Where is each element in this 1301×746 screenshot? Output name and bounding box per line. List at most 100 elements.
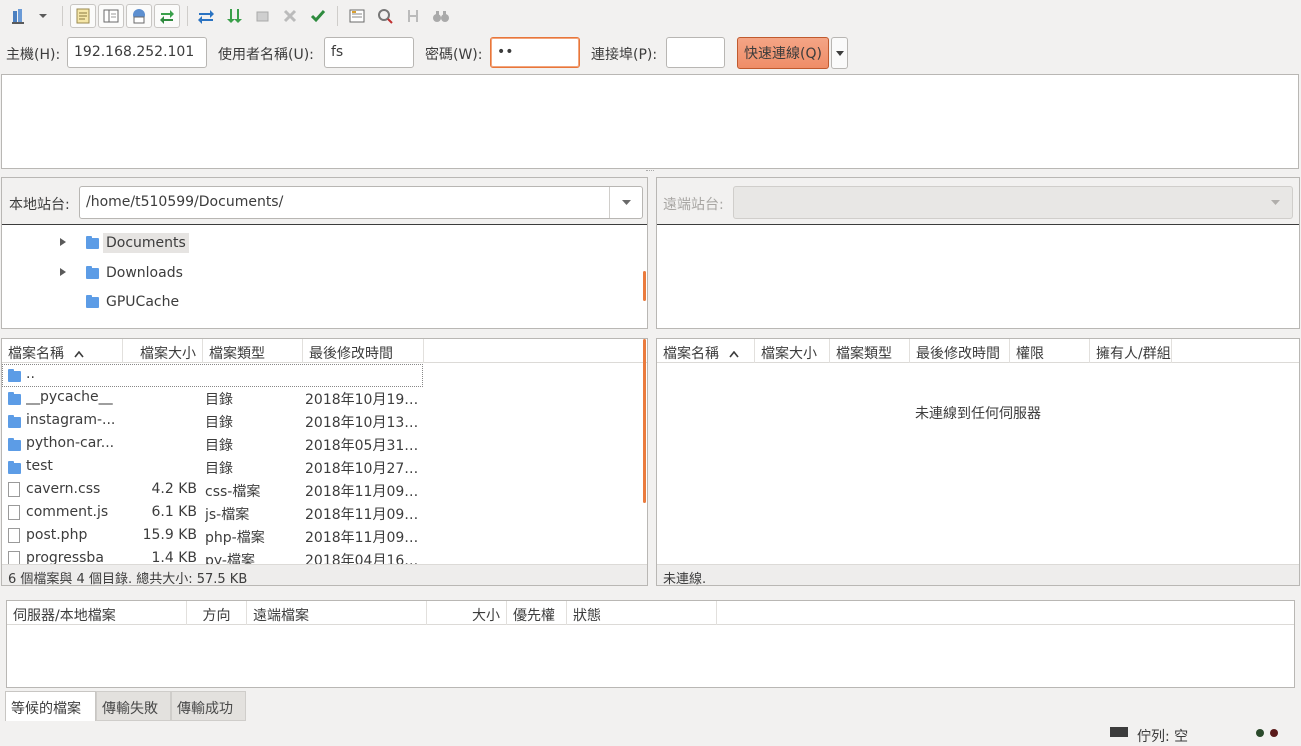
remote-tree-icon[interactable] (126, 4, 152, 28)
port-input[interactable] (666, 37, 725, 68)
search-icon[interactable] (428, 4, 454, 28)
col-filesize[interactable]: 檔案大小 (755, 339, 830, 363)
process-queue-icon[interactable] (221, 4, 247, 28)
col-permissions[interactable]: 權限 (1010, 339, 1090, 363)
cell-modified: 2018年10月13… (305, 415, 419, 431)
tab-failed-transfers[interactable]: 傳輸失敗 (96, 691, 171, 721)
cell-filesize: 6.1 KB (151, 504, 198, 520)
col-modified[interactable]: 最後修改時間 (303, 339, 424, 363)
splitter-handle[interactable] (646, 170, 654, 173)
chevron-down-icon[interactable] (1259, 187, 1292, 218)
col-filetype[interactable]: 檔案類型 (830, 339, 910, 363)
cell-filetype: 目錄 (205, 461, 233, 477)
table-row[interactable]: __pycache__ 目錄 2018年10月19… (2, 387, 642, 410)
expand-arrow-icon[interactable] (60, 268, 66, 276)
local-tree[interactable]: Documents Downloads GPUCache (2, 224, 647, 328)
cell-modified: 2018年10月19… (305, 392, 419, 408)
cell-filename: test (26, 458, 53, 474)
tree-scrollbar[interactable] (643, 271, 646, 301)
message-log[interactable] (1, 74, 1299, 169)
sort-asc-icon (74, 350, 85, 358)
tab-queued-files[interactable]: 等候的檔案 (5, 691, 96, 721)
tab-successful-transfers[interactable]: 傳輸成功 (171, 691, 246, 721)
table-row[interactable]: test 目錄 2018年10月27… (2, 456, 642, 479)
remote-path-combobox[interactable] (733, 186, 1293, 219)
col-filename[interactable]: 檔案名稱 (657, 339, 755, 363)
col-filesize[interactable]: 檔案大小 (123, 339, 203, 363)
transfer-queue[interactable]: 伺服器/本地檔案 方向 遠端檔案 大小 優先權 狀態 (6, 600, 1295, 688)
remote-site-panel: 遠端站台: (656, 177, 1300, 329)
site-manager-dropdown-icon[interactable] (30, 4, 56, 28)
disconnect-icon[interactable] (277, 4, 303, 28)
remote-status-bar: 未連線. (657, 564, 1299, 585)
compare-icon[interactable] (372, 4, 398, 28)
local-list-scrollbar[interactable] (643, 339, 646, 503)
tree-item-downloads[interactable]: Downloads (60, 263, 186, 283)
cell-modified: 2018年10月27… (305, 461, 419, 477)
local-site-label: 本地站台: (9, 197, 70, 213)
col-modified[interactable]: 最後修改時間 (910, 339, 1010, 363)
local-path-combobox[interactable]: /home/t510599/Documents/ (79, 186, 643, 219)
expand-arrow-icon[interactable] (60, 238, 66, 246)
chevron-down-icon[interactable] (609, 187, 642, 218)
table-row[interactable]: comment.js 6.1 KB js-檔案 2018年11月09… (2, 502, 642, 525)
remote-file-list[interactable]: 檔案名稱 檔案大小 檔案類型 最後修改時間 權限 擁有人/群組 未連線到任何伺服… (656, 338, 1300, 586)
quickconnect-dropdown-icon[interactable] (831, 37, 848, 69)
directory-tree-icon[interactable] (98, 4, 124, 28)
not-connected-message: 未連線到任何伺服器 (915, 406, 1041, 422)
transfer-queue-icon[interactable] (154, 4, 180, 28)
local-status-bar: 6 個檔案與 4 個目錄. 總共大小: 57.5 KB (2, 564, 647, 585)
local-file-list[interactable]: 檔案名稱 檔案大小 檔案類型 最後修改時間 .. __pycache__ 目錄 201… (1, 338, 648, 586)
col-direction[interactable]: 方向 (187, 601, 247, 625)
col-status[interactable]: 狀態 (567, 601, 717, 625)
sort-asc-icon (729, 350, 740, 358)
speed-limit-icon[interactable] (1110, 727, 1128, 737)
cell-filetype: 目錄 (205, 392, 233, 408)
host-label: 主機(H): (6, 47, 61, 63)
folder-icon (8, 461, 21, 474)
sync-browse-icon[interactable] (400, 4, 426, 28)
cell-modified: 2018年05月31… (305, 438, 419, 454)
cell-filetype: php-檔案 (205, 530, 265, 546)
tree-item-gpucache[interactable]: GPUCache (60, 292, 182, 312)
file-icon (8, 505, 20, 520)
table-row[interactable]: instagram-... 目錄 2018年10月13… (2, 410, 642, 433)
host-input[interactable]: 192.168.252.101 (67, 37, 207, 68)
col-filetype[interactable]: 檔案類型 (203, 339, 303, 363)
col-remote-file[interactable]: 遠端檔案 (247, 601, 427, 625)
local-path-value: /home/t510599/Documents/ (86, 194, 284, 210)
reconnect-icon[interactable] (305, 4, 331, 28)
local-list-header: 檔案名稱 檔案大小 檔案類型 最後修改時間 (2, 339, 647, 363)
password-input[interactable]: •• (490, 37, 580, 68)
folder-icon (8, 438, 21, 451)
username-label: 使用者名稱(U): (218, 47, 314, 63)
cell-filename: .. (26, 366, 35, 382)
cell-filetype: css-檔案 (205, 484, 261, 500)
table-row[interactable]: post.php 15.9 KB php-檔案 2018年11月09… (2, 525, 642, 548)
table-row[interactable]: cavern.css 4.2 KB css-檔案 2018年11月09… (2, 479, 642, 502)
filter-icon[interactable] (344, 4, 370, 28)
col-owner-group[interactable]: 擁有人/群組 (1090, 339, 1172, 363)
tree-item-documents[interactable]: Documents (60, 233, 189, 253)
col-filename[interactable]: 檔案名稱 (2, 339, 123, 363)
col-server-local-file[interactable]: 伺服器/本地檔案 (7, 601, 187, 625)
cancel-icon[interactable] (249, 4, 275, 28)
remote-list-header: 檔案名稱 檔案大小 檔案類型 最後修改時間 權限 擁有人/群組 (657, 339, 1299, 363)
username-input[interactable]: fs (324, 37, 414, 68)
table-row[interactable]: .. (2, 364, 423, 387)
send-indicator-icon (1256, 729, 1264, 737)
cell-modified: 2018年11月09… (305, 507, 419, 523)
refresh-icon[interactable] (193, 4, 219, 28)
table-row[interactable]: python-car... 目錄 2018年05月31… (2, 433, 642, 456)
password-label: 密碼(W): (425, 47, 483, 63)
col-size[interactable]: 大小 (427, 601, 507, 625)
site-manager-icon[interactable] (6, 4, 32, 28)
col-priority[interactable]: 優先權 (507, 601, 567, 625)
folder-icon (8, 415, 21, 428)
remote-tree[interactable] (657, 224, 1299, 328)
tree-item-label: Documents (103, 233, 189, 253)
folder-icon (86, 294, 99, 308)
cell-filename: __pycache__ (26, 389, 113, 405)
message-log-icon[interactable] (70, 4, 96, 28)
quickconnect-button[interactable]: 快速連線(Q) (737, 37, 829, 69)
